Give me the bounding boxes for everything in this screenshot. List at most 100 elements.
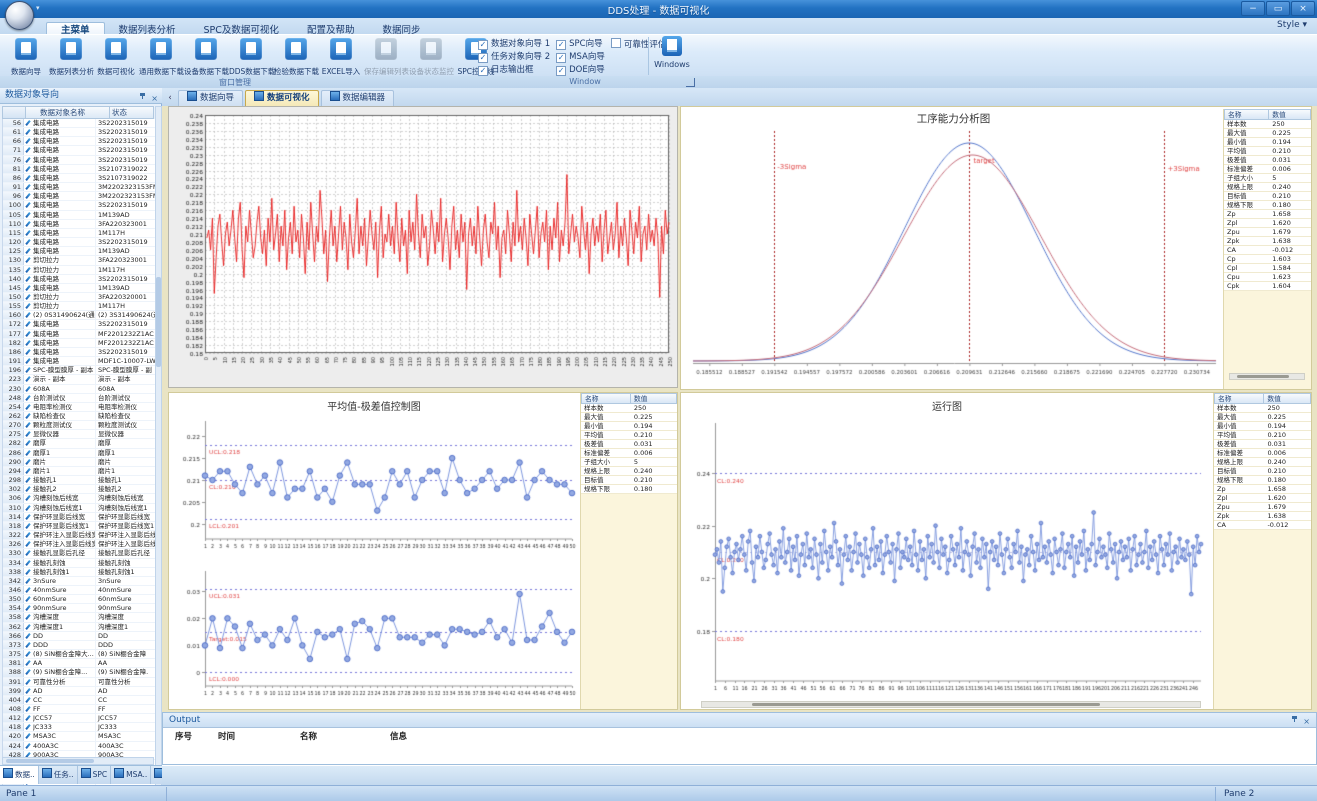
ribbon-button-inspection-download[interactable]: 检验数据下载 bbox=[274, 36, 318, 76]
table-row[interactable]: 71集成电路3S2202315019 bbox=[3, 146, 155, 155]
ribbon-button-data-list-analysis[interactable]: 数据列表分析 bbox=[49, 36, 93, 76]
quick-access-caret-icon[interactable]: ▾ bbox=[36, 4, 40, 12]
table-row[interactable]: 294磨片1磨片1 bbox=[3, 467, 155, 476]
table-row[interactable]: 314保护环显影后线宽保护环显影后线宽 bbox=[3, 513, 155, 522]
table-row[interactable]: 420MSA3CMSA3C bbox=[3, 732, 155, 741]
table-row[interactable]: 254电阻率检测仪电阻率检测仪 bbox=[3, 403, 155, 412]
ribbon-button-generic-download[interactable]: 通用数据下载 bbox=[139, 36, 183, 76]
table-row[interactable]: 375(8) SiN棚合金障大...(8) SiN棚合金障 bbox=[3, 650, 155, 659]
ribbon-button-device-download[interactable]: 设备数据下载 bbox=[184, 36, 228, 76]
table-row[interactable]: 223演示 - 副本演示 - 副本 bbox=[3, 375, 155, 384]
checkbox-icon[interactable]: ✓ bbox=[478, 40, 488, 50]
table-row[interactable]: 306沟槽刻蚀后线宽沟槽刻蚀后线宽 bbox=[3, 494, 155, 503]
pin-icon[interactable] bbox=[139, 93, 146, 101]
table-row[interactable]: 424400A3C400A3C bbox=[3, 742, 155, 751]
table-row[interactable]: 135剪切拉力1M117H bbox=[3, 266, 155, 275]
run-horizontal-scrollbar[interactable] bbox=[701, 701, 1201, 708]
table-row[interactable]: 120集成电路3S2202315019 bbox=[3, 238, 155, 247]
table-row[interactable]: 290磨片磨片 bbox=[3, 458, 155, 467]
table-row[interactable]: 61集成电路3S2202315019 bbox=[3, 128, 155, 137]
column-status[interactable]: 状态 bbox=[110, 107, 153, 118]
checkbox-icon[interactable]: ✓ bbox=[556, 66, 566, 76]
table-row[interactable]: 177集成电路MF2201232Z1AC bbox=[3, 330, 155, 339]
table-row[interactable]: 66集成电路3S2202315019 bbox=[3, 137, 155, 146]
sidebar-vertical-scrollbar[interactable] bbox=[155, 106, 162, 801]
table-row[interactable]: 100集成电路3S2202315019 bbox=[3, 201, 155, 210]
app-menu-orb-icon[interactable] bbox=[5, 1, 34, 30]
table-row[interactable]: 56集成电路3S2202315019 bbox=[3, 119, 155, 128]
checkbox-任务对象向导 2[interactable]: ✓任务对象向导 2 bbox=[478, 51, 550, 64]
table-row[interactable]: 334接触孔刻蚀接触孔刻蚀 bbox=[3, 559, 155, 568]
table-row[interactable]: 110集成电路3FA220323001 bbox=[3, 220, 155, 229]
dialog-launcher-icon[interactable] bbox=[686, 78, 695, 87]
table-row[interactable]: 191集成电路MDF1C-10007-LWFC bbox=[3, 357, 155, 366]
sidebar-column-header[interactable]: 数据对象名称 状态 bbox=[2, 106, 154, 119]
checkbox-icon[interactable]: ✓ bbox=[556, 53, 566, 63]
table-row[interactable]: 358沟槽深度沟槽深度 bbox=[3, 613, 155, 622]
table-row[interactable]: 125集成电路1M139AD bbox=[3, 247, 155, 256]
table-row[interactable]: 318保护环显影后线宽1保护环显影后线宽1 bbox=[3, 522, 155, 531]
table-row[interactable]: 362沟槽深度1沟槽深度1 bbox=[3, 623, 155, 632]
output-col-index[interactable]: 序号 bbox=[175, 730, 192, 742]
table-row[interactable]: 310沟槽刻蚀后线宽1沟槽刻蚀后线宽1 bbox=[3, 504, 155, 513]
table-row[interactable]: 140集成电路3S2202315019 bbox=[3, 275, 155, 284]
table-row[interactable]: 282磨厚磨厚 bbox=[3, 439, 155, 448]
sidebar-tab-SPC[interactable]: SPC bbox=[78, 766, 112, 784]
table-row[interactable]: 105集成电路1M139AD bbox=[3, 211, 155, 220]
table-row[interactable]: 408FFFF bbox=[3, 705, 155, 714]
table-row[interactable]: 86集成电路3S2107319022 bbox=[3, 174, 155, 183]
ribbon-button-data-wizard[interactable]: 数据向导 bbox=[4, 36, 48, 76]
table-row[interactable]: 160(2) 0S31490624(通...(2) 3S31490624(通 bbox=[3, 311, 155, 320]
close-icon[interactable]: × bbox=[151, 94, 158, 103]
table-row[interactable]: 391可靠性分析可靠性分析 bbox=[3, 678, 155, 687]
table-row[interactable]: 196SPC-膜型膜厚 - 副本SPC-膜型膜厚 - 副 bbox=[3, 366, 155, 375]
table-row[interactable]: 182集成电路MF2201232Z1AC bbox=[3, 339, 155, 348]
doc-tab-数据编辑器[interactable]: 数据编辑器 bbox=[321, 90, 395, 106]
table-row[interactable]: 326保护环注入显影后线宽1保护环注入显影后线宽1 bbox=[3, 540, 155, 549]
column-name[interactable]: 数据对象名称 bbox=[26, 107, 110, 118]
table-row[interactable]: 76集成电路3S2202315019 bbox=[3, 156, 155, 165]
ribbon-button-excel-import[interactable]: EXCEL导入 bbox=[319, 36, 363, 76]
table-row[interactable]: 381AAAA bbox=[3, 659, 155, 668]
table-row[interactable]: 91集成电路3M2202323153FM bbox=[3, 183, 155, 192]
table-row[interactable]: 388(9) SiN棚合金障...(9) SiN棚合金障. bbox=[3, 668, 155, 677]
table-row[interactable]: 275显微仪器显微仪器 bbox=[3, 430, 155, 439]
table-row[interactable]: 418JC333JC333 bbox=[3, 723, 155, 732]
tab-scroll-left-icon[interactable]: ‹ bbox=[162, 92, 178, 106]
table-row[interactable]: 3423nSure3nSure bbox=[3, 577, 155, 586]
sidebar-horizontal-scrollbar[interactable] bbox=[2, 757, 154, 765]
checkbox-icon[interactable]: ✓ bbox=[478, 66, 488, 76]
table-row[interactable]: 302接触孔2接触孔2 bbox=[3, 485, 155, 494]
checkbox-icon[interactable]: ✓ bbox=[478, 53, 488, 63]
minimize-button[interactable]: − bbox=[1241, 1, 1265, 16]
maximize-button[interactable]: ▭ bbox=[1266, 1, 1290, 16]
output-col-info[interactable]: 信息 bbox=[390, 730, 407, 742]
table-row[interactable]: 150剪切拉力3FA220320001 bbox=[3, 293, 155, 302]
table-row[interactable]: 298接触孔1接触孔1 bbox=[3, 476, 155, 485]
sidebar-tab-数据..[interactable]: 数据.. bbox=[0, 766, 39, 784]
table-row[interactable]: 366DDDD bbox=[3, 632, 155, 641]
table-row[interactable]: 130剪切拉力3FA220323001 bbox=[3, 256, 155, 265]
doc-tab-数据可视化[interactable]: 数据可视化 bbox=[245, 90, 319, 106]
style-dropdown[interactable]: Style ▾ bbox=[1277, 20, 1307, 30]
table-row[interactable]: 155剪切拉力1M117H bbox=[3, 302, 155, 311]
ribbon-button-data-visualization[interactable]: 数据可视化 bbox=[94, 36, 138, 76]
sidebar-tab-任务..[interactable]: 任务.. bbox=[39, 766, 78, 784]
table-row[interactable]: 115集成电路1M117H bbox=[3, 229, 155, 238]
table-row[interactable]: 270颗粒度测试仪颗粒度测试仪 bbox=[3, 421, 155, 430]
checkbox-SPC向导[interactable]: ✓SPC向导 bbox=[556, 38, 605, 51]
scrollbar-thumb[interactable] bbox=[6, 759, 94, 763]
table-row[interactable]: 338接触孔刻蚀1接触孔刻蚀1 bbox=[3, 568, 155, 577]
checkbox-icon[interactable] bbox=[611, 38, 621, 48]
scrollbar-thumb[interactable] bbox=[156, 277, 161, 367]
table-row[interactable]: 35060nmSure60nmSure bbox=[3, 595, 155, 604]
ribbon-button-dds-download[interactable]: DDS数据下载 bbox=[229, 36, 273, 76]
table-row[interactable]: 145集成电路1M139AD bbox=[3, 284, 155, 293]
table-row[interactable]: 230608A608A bbox=[3, 385, 155, 394]
table-row[interactable]: 404CCCC bbox=[3, 696, 155, 705]
table-row[interactable]: 330接触孔显影后孔径接触孔显影后孔径 bbox=[3, 549, 155, 558]
stats-horizontal-scrollbar[interactable] bbox=[1229, 373, 1305, 380]
table-row[interactable]: 412JCC57JCC57 bbox=[3, 714, 155, 723]
table-row[interactable]: 322保护环注入显影后线宽保护环注入显影后线宽 bbox=[3, 531, 155, 540]
table-row[interactable]: 248台阶测试仪台阶测试仪 bbox=[3, 394, 155, 403]
